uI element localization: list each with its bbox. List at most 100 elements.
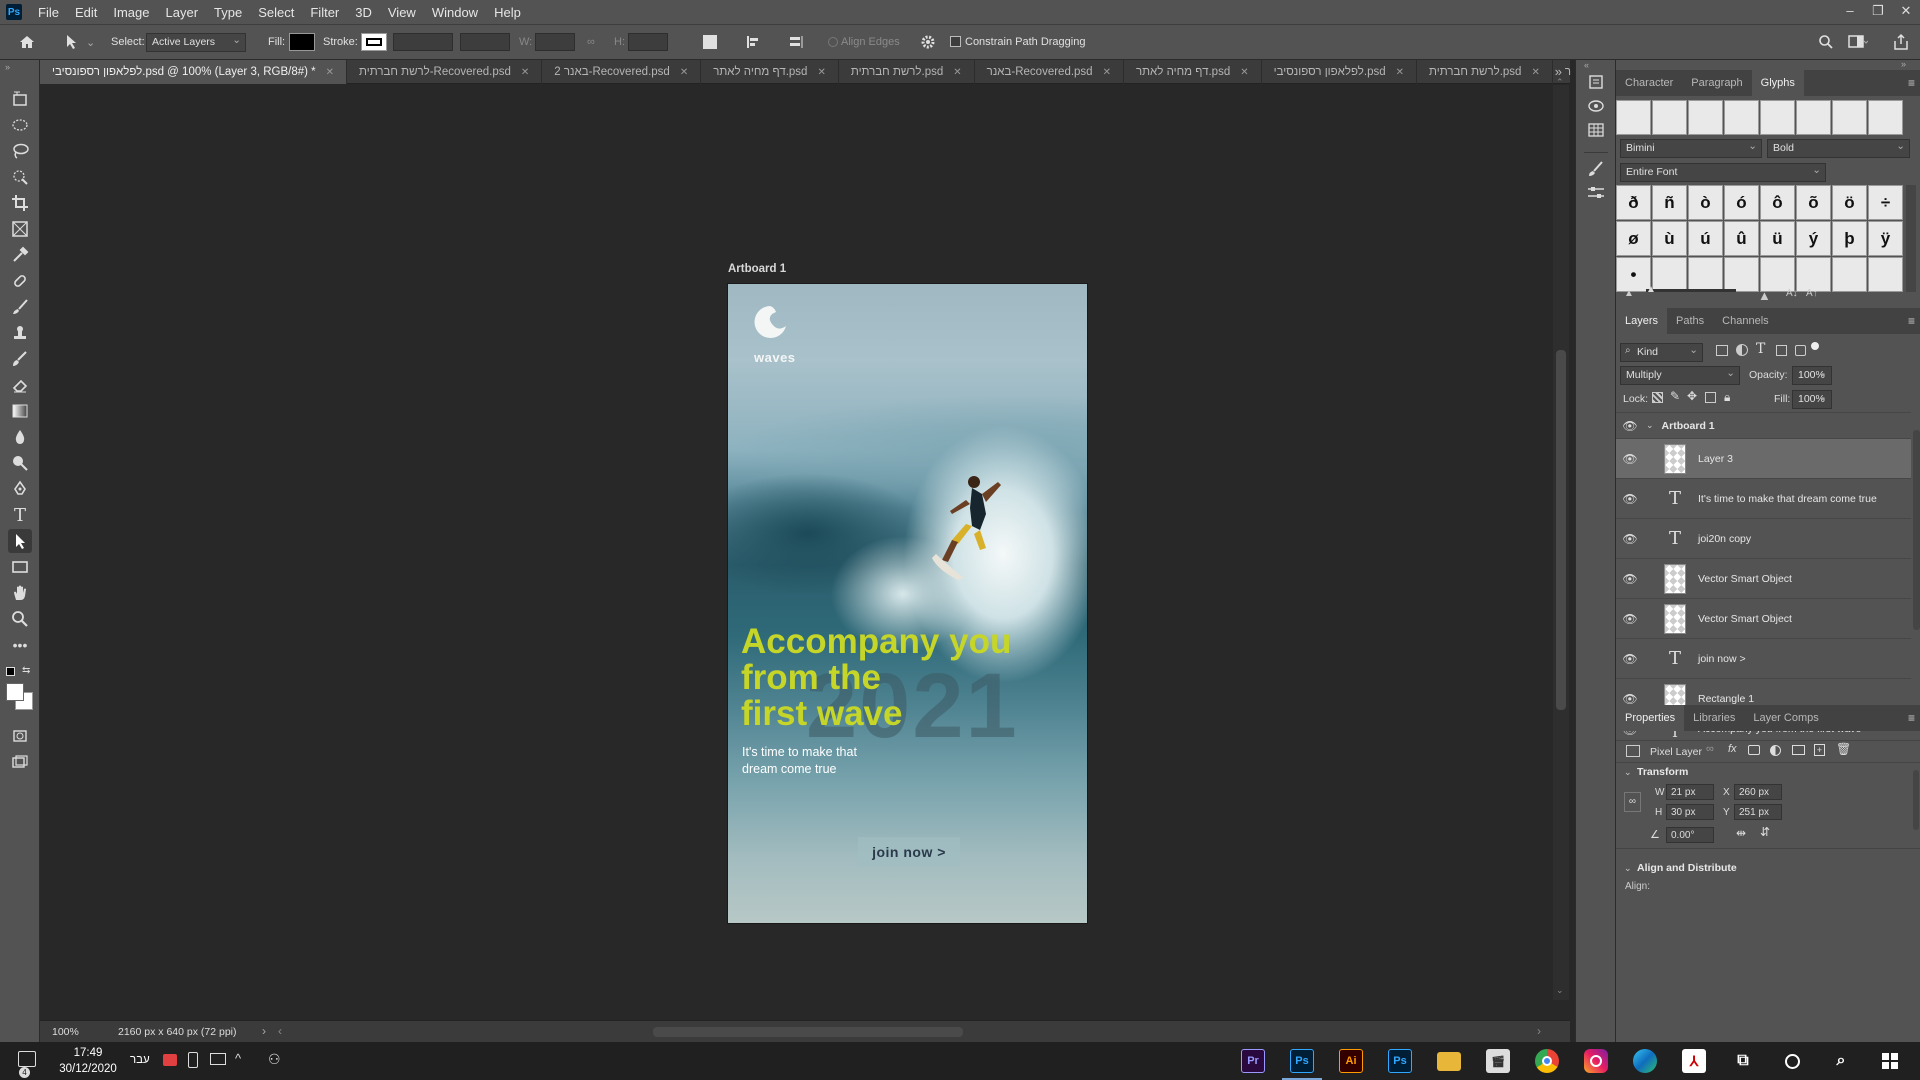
glyph-cell[interactable] <box>1868 257 1903 292</box>
menu-edit[interactable]: Edit <box>67 5 105 20</box>
artboard[interactable]: waves 2021 Accompany you from the first … <box>727 283 1088 924</box>
premiere-taskbar-icon[interactable]: Pr <box>1241 1049 1265 1073</box>
zoom-level[interactable]: 100% <box>52 1026 79 1038</box>
glyph-cell[interactable]: ú <box>1688 221 1723 256</box>
path-selection-tool-icon[interactable] <box>64 33 80 54</box>
close-tab-icon[interactable]: ✕ <box>1103 67 1111 78</box>
align-edges-checkbox[interactable] <box>828 37 838 47</box>
recent-glyph-slot[interactable] <box>1652 100 1687 135</box>
rotation-angle-field[interactable]: 0.00° <box>1666 827 1714 843</box>
screen-mode-icon[interactable] <box>8 750 32 774</box>
stroke-type-dropdown[interactable] <box>460 33 510 51</box>
canvas-area[interactable]: Artboard 1 waves 2021 Accompany you from… <box>40 77 1570 1020</box>
adjustments-panel-icon[interactable] <box>1586 184 1606 202</box>
adjustment-layer-icon[interactable] <box>1770 745 1781 756</box>
recent-glyph-slot[interactable] <box>1868 100 1903 135</box>
recent-glyph-slot[interactable] <box>1796 100 1831 135</box>
scroll-left-icon[interactable]: ‹ <box>278 1024 282 1038</box>
select-dropdown[interactable]: Active Layers <box>146 33 246 52</box>
tab-paths[interactable]: Paths <box>1667 308 1713 334</box>
glyph-cell[interactable] <box>1652 257 1687 292</box>
glyph-cell[interactable] <box>1832 257 1867 292</box>
close-tab-icon[interactable]: ✕ <box>817 67 825 78</box>
glyph-scope-dropdown[interactable]: Entire Font <box>1620 163 1826 182</box>
minimize-icon[interactable]: – <box>1836 0 1864 24</box>
layer-row[interactable]: 👁︎ Layer 3 <box>1616 438 1911 478</box>
clock[interactable]: 17:49 30/12/2020 <box>58 1045 118 1077</box>
path-alignment-icon[interactable] <box>745 34 761 53</box>
shape-filter-icon[interactable] <box>1776 345 1787 356</box>
marquee-tool-icon[interactable] <box>8 113 32 137</box>
blur-tool-icon[interactable] <box>8 425 32 449</box>
cortana-icon[interactable] <box>1780 1049 1804 1073</box>
task-view-icon[interactable]: ⧉ <box>1731 1049 1755 1073</box>
photoshop-taskbar-icon[interactable]: Ps <box>1290 1049 1314 1073</box>
acrobat-icon[interactable]: ⅄ <box>1682 1049 1706 1073</box>
network-icon[interactable] <box>210 1053 226 1065</box>
glyph-cell[interactable] <box>1796 257 1831 292</box>
menu-layer[interactable]: Layer <box>158 5 207 20</box>
new-group-icon[interactable] <box>1792 745 1805 755</box>
tray-app-icon[interactable] <box>163 1054 177 1066</box>
fill-swatch[interactable] <box>289 33 315 51</box>
menu-window[interactable]: Window <box>424 5 486 20</box>
font-size-down-icon[interactable]: A↓ <box>1786 288 1798 299</box>
lock-artboard-icon[interactable] <box>1705 392 1716 403</box>
gradient-tool-icon[interactable] <box>8 399 32 423</box>
menu-file[interactable]: File <box>30 5 67 20</box>
stroke-width-field[interactable] <box>393 33 453 51</box>
collapse-panels-icon[interactable]: » <box>1901 59 1906 69</box>
tab-document-2[interactable]: לרשת חברתית-Recovered.psd ✕ <box>347 60 543 84</box>
tab-document-6[interactable]: באנר-Recovered.psd ✕ <box>975 60 1124 84</box>
lock-position-icon[interactable]: ✥ <box>1687 389 1697 403</box>
vertical-scroll-thumb[interactable] <box>1556 350 1566 710</box>
close-tab-icon[interactable]: ✕ <box>521 67 529 78</box>
glyph-cell[interactable]: ø <box>1616 221 1651 256</box>
rectangle-tool-icon[interactable] <box>8 555 32 579</box>
lasso-tool-icon[interactable] <box>8 139 32 163</box>
swap-colors-icon[interactable]: ⇆ <box>22 665 30 676</box>
new-layer-icon[interactable]: + <box>1814 744 1825 756</box>
glyph-cell[interactable]: ñ <box>1652 185 1687 220</box>
pen-tool-icon[interactable] <box>8 477 32 501</box>
menu-image[interactable]: Image <box>105 5 157 20</box>
scroll-right-icon[interactable]: › <box>1537 1024 1541 1038</box>
collapse-icon[interactable]: » <box>5 62 10 72</box>
glyph-cell[interactable]: ö <box>1832 185 1867 220</box>
type-tool-icon[interactable]: T <box>8 503 32 527</box>
glyph-font-dropdown[interactable]: Bimini <box>1620 139 1762 158</box>
glyph-cell[interactable]: ù <box>1652 221 1687 256</box>
eyedropper-tool-icon[interactable] <box>8 243 32 267</box>
smart-object-filter-icon[interactable] <box>1795 345 1806 356</box>
glyph-scrollbar[interactable] <box>1906 185 1916 292</box>
tab-glyphs[interactable]: Glyphs <box>1751 70 1804 96</box>
recent-glyph-slot[interactable] <box>1724 100 1759 135</box>
tab-layer-comps[interactable]: Layer Comps <box>1744 705 1827 731</box>
horizontal-scroll-thumb[interactable] <box>653 1027 963 1037</box>
tab-document-4[interactable]: דף מחיה לאתר.psd ✕ <box>701 60 839 84</box>
constrain-checkbox[interactable] <box>950 36 961 47</box>
visibility-eye-icon[interactable]: 👁︎ <box>1616 532 1644 546</box>
illustrator-taskbar-icon[interactable]: Ai <box>1339 1049 1363 1073</box>
layer-row[interactable]: 👁︎ T join now > <box>1616 638 1911 678</box>
document-size[interactable]: 2160 px x 640 px (72 ppi) <box>118 1026 237 1038</box>
filter-toggle-icon[interactable] <box>1811 342 1819 350</box>
brush-tool-icon[interactable] <box>8 295 32 319</box>
link-layers-icon[interactable]: ∞ <box>1706 743 1714 755</box>
visibility-eye-icon[interactable]: 👁︎ <box>1616 612 1644 626</box>
tab-document-9[interactable]: לרשת חברתית.psd ✕ <box>1417 60 1553 84</box>
artboard-label[interactable]: Artboard 1 <box>728 263 786 275</box>
chrome-icon[interactable] <box>1535 1049 1559 1073</box>
delete-layer-icon[interactable]: 🗑︎ <box>1836 742 1851 756</box>
close-tab-icon[interactable]: ✕ <box>1531 67 1539 78</box>
gear-icon[interactable] <box>920 34 936 53</box>
lock-all-icon[interactable]: 🔒︎ <box>1724 390 1730 405</box>
transform-height-field[interactable]: 30 px <box>1666 804 1714 820</box>
visibility-eye-icon[interactable]: 👁︎ <box>1616 652 1644 666</box>
width-field[interactable] <box>535 33 575 51</box>
pixel-filter-icon[interactable] <box>1716 345 1728 356</box>
tab-character[interactable]: Character <box>1616 70 1682 96</box>
close-tab-icon[interactable]: ✕ <box>680 67 688 78</box>
layer-filter-dropdown[interactable]: Kind <box>1620 343 1703 362</box>
panel-menu-icon[interactable]: ≡ <box>1908 314 1915 328</box>
